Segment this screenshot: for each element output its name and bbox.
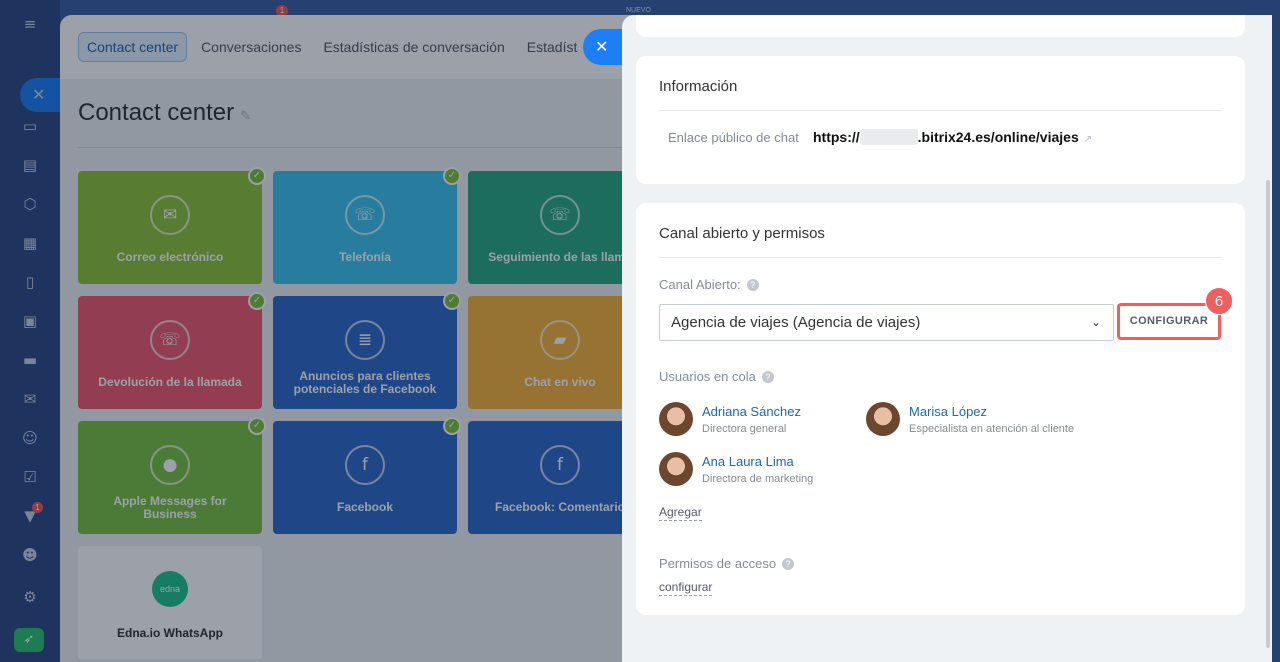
avatar (866, 402, 900, 436)
permissions-label: Permisos de acceso? (659, 556, 795, 571)
help-icon[interactable]: ? (746, 279, 759, 291)
link-suffix: .bitrix24.es/online/viajes (917, 129, 1079, 145)
info-card: Información Enlace público de chat https… (636, 56, 1245, 184)
help-icon[interactable]: ? (782, 558, 795, 570)
channel-card: Canal abierto y permisos Canal Abierto:?… (636, 203, 1245, 615)
close-slider-button[interactable]: ✕ (583, 29, 625, 65)
user-role: Especialista en atención al cliente (909, 423, 1075, 435)
queue-label-text: Usuarios en cola (659, 369, 756, 384)
user-role: Directora general (702, 423, 787, 435)
canal-abierto-select[interactable]: Agencia de viajes (Agencia de viajes) ⌄ (659, 304, 1114, 341)
top-card (636, 15, 1245, 37)
avatar (659, 402, 693, 436)
user-role: Directora de marketing (702, 473, 814, 485)
help-icon[interactable]: ? (761, 371, 774, 383)
chevron-down-icon: ⌄ (1090, 315, 1101, 329)
divider (659, 257, 1222, 258)
select-value: Agencia de viajes (Agencia de viajes) (671, 314, 921, 331)
configure-permissions-link[interactable]: configurar (659, 580, 713, 596)
queue-label: Usuarios en cola? (659, 369, 774, 384)
divider (659, 110, 1222, 111)
info-title: Información (659, 78, 738, 95)
link-prefix: https:// (813, 129, 860, 145)
public-link-label: Enlace público de chat (668, 130, 799, 145)
channel-title: Canal abierto y permisos (659, 225, 825, 242)
avatar (659, 452, 693, 486)
configure-button[interactable]: CONFIGURAR (1117, 303, 1221, 340)
public-link[interactable]: https:// .bitrix24.es/online/viajes ↗ (813, 129, 1092, 145)
external-link-icon[interactable]: ↗ (1084, 134, 1092, 145)
settings-slider: Información Enlace público de chat https… (622, 15, 1272, 662)
permissions-label-text: Permisos de acceso (659, 556, 777, 571)
canal-label-text: Canal Abierto: (659, 277, 741, 292)
canal-abierto-label: Canal Abierto:? (659, 277, 759, 292)
scrollbar[interactable] (1266, 180, 1270, 648)
step-marker: 6 (1205, 287, 1233, 315)
user-name[interactable]: Marisa López (909, 404, 987, 419)
redacted-domain (859, 129, 918, 145)
add-user-link[interactable]: Agregar (659, 505, 702, 521)
user-name[interactable]: Ana Laura Lima (702, 454, 794, 469)
user-name[interactable]: Adriana Sánchez (702, 404, 801, 419)
